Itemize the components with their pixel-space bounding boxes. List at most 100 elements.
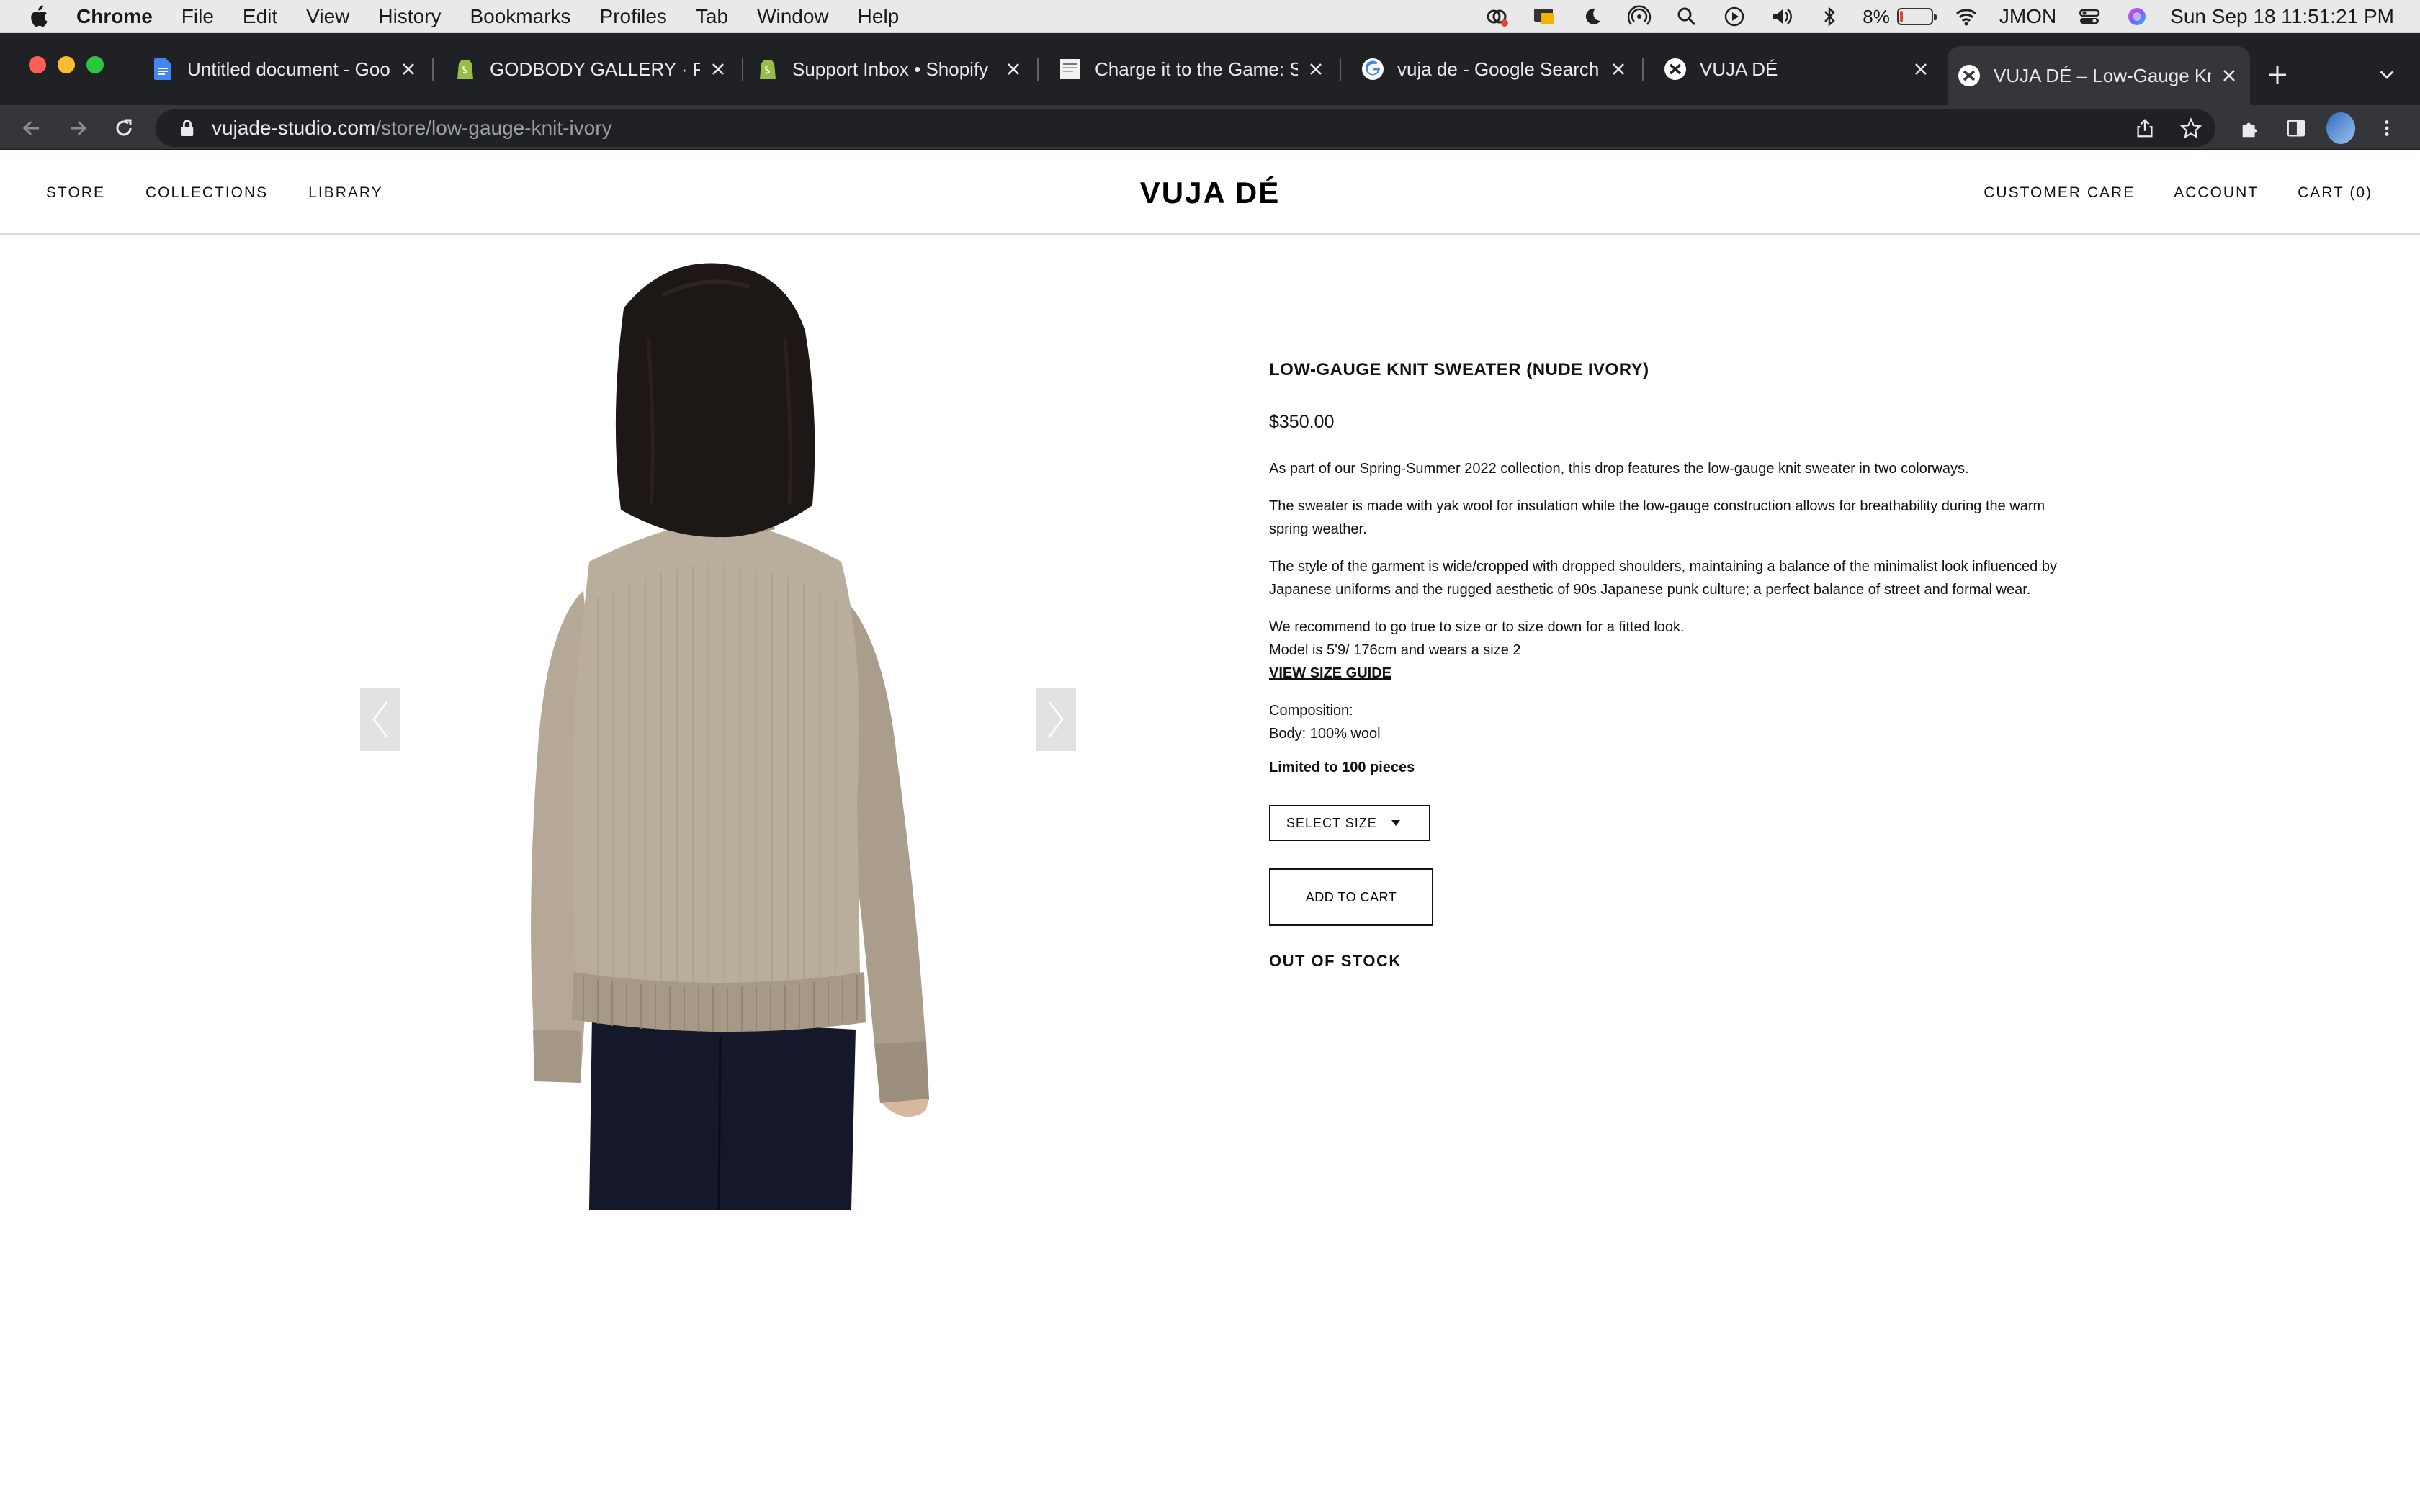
- tab-vujade[interactable]: VUJA DÉ: [1654, 46, 1942, 92]
- menu-bookmarks[interactable]: Bookmarks: [470, 5, 570, 28]
- shopify-icon: [454, 58, 477, 81]
- page-icon: [1059, 58, 1082, 81]
- play-icon[interactable]: [1720, 2, 1749, 31]
- nav-customer-care-link[interactable]: CUSTOMER CARE: [1984, 184, 2135, 202]
- account-nav: CUSTOMER CARE ACCOUNT CART (0): [1984, 184, 2372, 202]
- tab-title: VUJA DÉ – Low-Gauge Kn: [1994, 64, 2211, 86]
- tab-vujade-product-active[interactable]: VUJA DÉ – Low-Gauge Kn: [1948, 46, 2250, 105]
- nav-cart-link[interactable]: CART (0): [2298, 184, 2372, 202]
- menu-app-name[interactable]: Chrome: [76, 5, 153, 28]
- control-center-icon[interactable]: [2075, 2, 2104, 31]
- menu-edit[interactable]: Edit: [243, 5, 277, 28]
- chrome-menu-kebab-icon[interactable]: [2372, 114, 2401, 143]
- tab-title: GODBODY GALLERY · Pro: [490, 58, 700, 80]
- vujade-icon: [1958, 64, 1981, 87]
- status-area: 8% JMON Sun Sep 18 11:51:21 PM: [1482, 0, 2394, 33]
- zoom-window-button[interactable]: [86, 56, 104, 73]
- volume-icon[interactable]: [1767, 2, 1796, 31]
- close-tab-icon[interactable]: [1910, 58, 1932, 80]
- minimize-window-button[interactable]: [58, 56, 75, 73]
- share-icon[interactable]: [2130, 114, 2159, 143]
- gallery-next-chevron-icon[interactable]: [1036, 688, 1076, 751]
- extensions-puzzle-icon[interactable]: [2236, 114, 2264, 143]
- model-note: Model is 5'9/ 176cm and wears a size 2: [1269, 642, 1521, 658]
- creative-cloud-icon[interactable]: [1482, 2, 1511, 31]
- close-tab-icon[interactable]: [1608, 58, 1629, 80]
- tab-charge-it-to-the-game[interactable]: Charge it to the Game: So: [1049, 46, 1341, 92]
- profile-avatar[interactable]: [2326, 112, 2355, 144]
- menu-file[interactable]: File: [182, 5, 214, 28]
- fit-note: We recommend to go true to size or to si…: [1269, 619, 1685, 635]
- tab-godbody-gallery[interactable]: GODBODY GALLERY · Pro: [444, 46, 743, 92]
- view-size-guide-link[interactable]: VIEW SIZE GUIDE: [1269, 662, 1392, 685]
- stock-status: OUT OF STOCK: [1269, 952, 1402, 970]
- screen: Chrome File Edit View History Bookmarks …: [0, 0, 2420, 1512]
- close-tab-icon[interactable]: [1305, 58, 1327, 80]
- reload-icon[interactable]: [108, 112, 140, 144]
- close-tab-icon[interactable]: [398, 58, 419, 80]
- composition-label: Composition:: [1269, 703, 1353, 719]
- limited-edition-note: Limited to 100 pieces: [1269, 760, 1415, 775]
- menu-tab[interactable]: Tab: [696, 5, 728, 28]
- tab-strip: Untitled document - Goog GODBODY GALLERY…: [0, 33, 2420, 105]
- size-select[interactable]: SELECT SIZE: [1269, 805, 1430, 841]
- window-controls: [29, 56, 104, 73]
- bookmark-star-icon[interactable]: [2177, 114, 2205, 143]
- menu-profiles[interactable]: Profiles: [600, 5, 667, 28]
- side-panel-icon[interactable]: [2282, 114, 2311, 143]
- siri-icon[interactable]: [2123, 2, 2151, 31]
- menu-window[interactable]: Window: [757, 5, 829, 28]
- forward-arrow-icon[interactable]: [62, 112, 94, 144]
- tab-title: VUJA DÉ: [1700, 58, 1778, 80]
- google-icon: [1361, 58, 1384, 81]
- new-tab-icon[interactable]: [2262, 59, 2293, 91]
- wifi-icon[interactable]: [1952, 2, 1981, 31]
- product-gallery: [360, 252, 1077, 1210]
- close-tab-icon[interactable]: [707, 58, 729, 80]
- url-path: /store/low-gauge-knit-ivory: [375, 117, 612, 139]
- tab-google-docs[interactable]: Untitled document - Goog: [141, 46, 434, 92]
- menu-help[interactable]: Help: [858, 5, 900, 28]
- close-tab-icon[interactable]: [1003, 58, 1024, 80]
- description-paragraph: The sweater is made with yak wool for in…: [1269, 498, 2045, 537]
- clock[interactable]: Sun Sep 18 11:51:21 PM: [2170, 5, 2394, 28]
- site-header: STORE COLLECTIONS LIBRARY VUJA DÉ CUSTOM…: [0, 150, 2420, 235]
- gallery-prev-chevron-icon[interactable]: [360, 688, 400, 751]
- menu-history[interactable]: History: [378, 5, 441, 28]
- product-details: LOW-GAUGE KNIT SWEATER (NUDE IVORY) $350…: [1269, 360, 2061, 971]
- tab-title: vuja de - Google Search: [1397, 58, 1600, 80]
- tab-support-inbox[interactable]: Support Inbox • Shopify H: [746, 46, 1039, 92]
- airdrop-icon[interactable]: [1625, 2, 1654, 31]
- battery-indicator[interactable]: 8%: [1863, 6, 1937, 28]
- lock-icon[interactable]: [177, 118, 197, 138]
- close-tab-icon[interactable]: [2218, 65, 2240, 86]
- tab-title: Charge it to the Game: So: [1095, 58, 1298, 80]
- product-title: LOW-GAUGE KNIT SWEATER (NUDE IVORY): [1269, 360, 1649, 379]
- address-bar[interactable]: vujade-studio.com/store/low-gauge-knit-i…: [156, 109, 2215, 147]
- tab-search-chevron-down-icon[interactable]: [2371, 59, 2403, 91]
- add-to-cart-button[interactable]: ADD TO CART: [1269, 868, 1433, 926]
- product-description: As part of our Spring-Summer 2022 collec…: [1269, 457, 2061, 685]
- size-select-label: SELECT SIZE: [1286, 815, 1377, 830]
- screen-share-icon[interactable]: [1530, 2, 1559, 31]
- nav-account-link[interactable]: ACCOUNT: [2174, 184, 2259, 202]
- back-arrow-icon[interactable]: [16, 112, 48, 144]
- apple-icon[interactable]: [26, 2, 50, 31]
- bluetooth-icon[interactable]: [1815, 2, 1844, 31]
- user-name[interactable]: JMON: [1999, 5, 2056, 28]
- vujade-icon: [1664, 58, 1687, 81]
- url-host: vujade-studio.com: [212, 117, 376, 139]
- tab-title: Support Inbox • Shopify H: [792, 58, 995, 80]
- product-price: $350.00: [1269, 412, 1335, 432]
- moon-icon[interactable]: [1577, 2, 1606, 31]
- close-window-button[interactable]: [29, 56, 46, 73]
- tab-google-search[interactable]: vuja de - Google Search: [1351, 46, 1644, 92]
- browser-toolbar: vujade-studio.com/store/low-gauge-knit-i…: [0, 105, 2420, 150]
- google-docs-icon: [151, 58, 174, 81]
- macos-menu-bar: Chrome File Edit View History Bookmarks …: [0, 0, 2420, 33]
- description-paragraph: The style of the garment is wide/cropped…: [1269, 559, 2057, 598]
- spotlight-search-icon[interactable]: [1672, 2, 1701, 31]
- menu-view[interactable]: View: [306, 5, 349, 28]
- caret-down-icon: [1391, 819, 1400, 827]
- composition-value: Body: 100% wool: [1269, 726, 1381, 742]
